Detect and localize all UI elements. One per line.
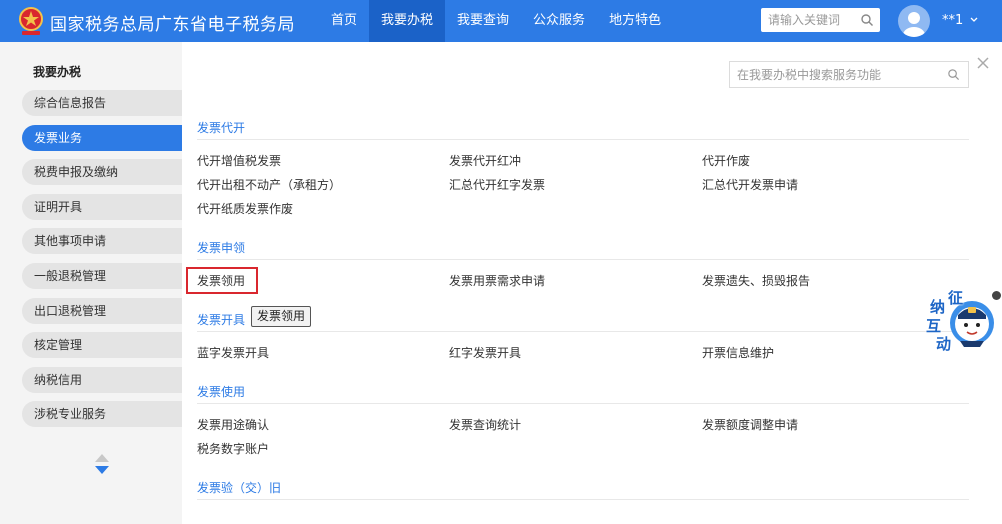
- sidebar-item-export-refund[interactable]: 出口退税管理: [22, 298, 182, 324]
- service-item[interactable]: 汇总代开发票申请: [702, 176, 798, 193]
- sidebar-item-certificate[interactable]: 证明开具: [22, 194, 182, 220]
- nav-tax-handling[interactable]: 我要办税: [369, 0, 446, 42]
- nav-public-service[interactable]: 公众服务: [521, 0, 597, 42]
- sidebar-item-tax-filing[interactable]: 税费申报及缴纳: [22, 159, 182, 185]
- tooltip: 发票领用: [251, 306, 312, 327]
- site-title[interactable]: 国家税务总局广东省电子税务局: [50, 10, 295, 35]
- sidebar-item-other-applications[interactable]: 其他事项申请: [22, 228, 182, 254]
- service-item[interactable]: 蓝字发票开具: [197, 344, 269, 361]
- service-item[interactable]: 汇总代开红字发票: [449, 176, 545, 193]
- section-title-invoice-application[interactable]: 发票申领: [197, 239, 245, 256]
- section-title-invoice-issuance-by-agent[interactable]: 发票代开: [197, 119, 245, 136]
- header-search: [761, 8, 880, 32]
- nav-query[interactable]: 我要查询: [445, 0, 521, 42]
- service-item[interactable]: 发票代开红冲: [449, 152, 521, 169]
- nav-home[interactable]: 首页: [319, 0, 369, 42]
- sidebar-item-professional-services[interactable]: 涉税专业服务: [22, 401, 182, 427]
- service-search: [729, 61, 969, 88]
- sidebar: 我要办税 综合信息报告 发票业务 税费申报及缴纳 证明开具 其他事项申请 一般退…: [0, 42, 182, 524]
- service-item[interactable]: 开票信息维护: [702, 344, 774, 361]
- assistant-minimize-button[interactable]: [992, 291, 1001, 300]
- user-avatar[interactable]: [898, 5, 930, 37]
- assistant-widget[interactable]: 征 纳 互 动: [922, 287, 1002, 357]
- sidebar-item-assessment[interactable]: 核定管理: [22, 332, 182, 358]
- chevron-down-icon[interactable]: [969, 13, 979, 27]
- service-item[interactable]: 代开增值税发票: [197, 152, 281, 169]
- section-divider: [197, 259, 969, 260]
- service-item[interactable]: 发票遗失、损毁报告: [702, 272, 810, 289]
- top-header: 国家税务总局广东省电子税务局 首页 我要办税 我要查询 公众服务 地方特色 **…: [0, 0, 1002, 42]
- user-icon: [903, 12, 925, 37]
- user-name[interactable]: **1: [942, 13, 963, 28]
- service-item[interactable]: 发票用途确认: [197, 416, 269, 433]
- tax-emblem-logo: [19, 7, 43, 35]
- section-divider: [197, 139, 969, 140]
- section-title-invoice-usage[interactable]: 发票使用: [197, 383, 245, 400]
- search-icon[interactable]: [947, 68, 960, 81]
- service-item[interactable]: 代开纸质发票作废: [197, 200, 293, 217]
- highlight-box: [186, 267, 258, 294]
- sidebar-item-comprehensive-info[interactable]: 综合信息报告: [22, 90, 182, 116]
- header-search-input[interactable]: [761, 8, 853, 32]
- section-title-invoice-issuing[interactable]: 发票开具: [197, 311, 245, 328]
- service-item[interactable]: 代开作废: [702, 152, 750, 169]
- close-icon[interactable]: [976, 56, 990, 70]
- assistant-char: 征: [948, 289, 964, 307]
- section-title-invoice-verification[interactable]: 发票验（交）旧: [197, 479, 281, 496]
- sidebar-item-general-refund[interactable]: 一般退税管理: [22, 263, 182, 289]
- service-search-input[interactable]: [730, 62, 940, 87]
- sidebar-item-tax-credit[interactable]: 纳税信用: [22, 367, 182, 393]
- section-divider: [197, 499, 969, 500]
- nav-local-features[interactable]: 地方特色: [597, 0, 673, 42]
- assistant-char: 纳: [930, 298, 946, 316]
- service-item[interactable]: 红字发票开具: [449, 344, 521, 361]
- service-item[interactable]: 代开出租不动产（承租方）: [197, 176, 341, 193]
- service-item[interactable]: 税务数字账户: [197, 440, 269, 457]
- search-icon[interactable]: [860, 13, 874, 27]
- section-divider: [197, 331, 969, 332]
- service-item[interactable]: 发票用票需求申请: [449, 272, 545, 289]
- scroll-arrows-icon[interactable]: [93, 452, 111, 478]
- service-item[interactable]: 发票额度调整申请: [702, 416, 798, 433]
- section-divider: [197, 403, 969, 404]
- assistant-char: 动: [936, 335, 952, 353]
- sidebar-title: 我要办税: [33, 65, 82, 79]
- service-item[interactable]: 发票查询统计: [449, 416, 521, 433]
- main-nav: 首页 我要办税 我要查询 公众服务 地方特色: [319, 0, 673, 42]
- sidebar-item-invoice[interactable]: 发票业务: [22, 125, 182, 151]
